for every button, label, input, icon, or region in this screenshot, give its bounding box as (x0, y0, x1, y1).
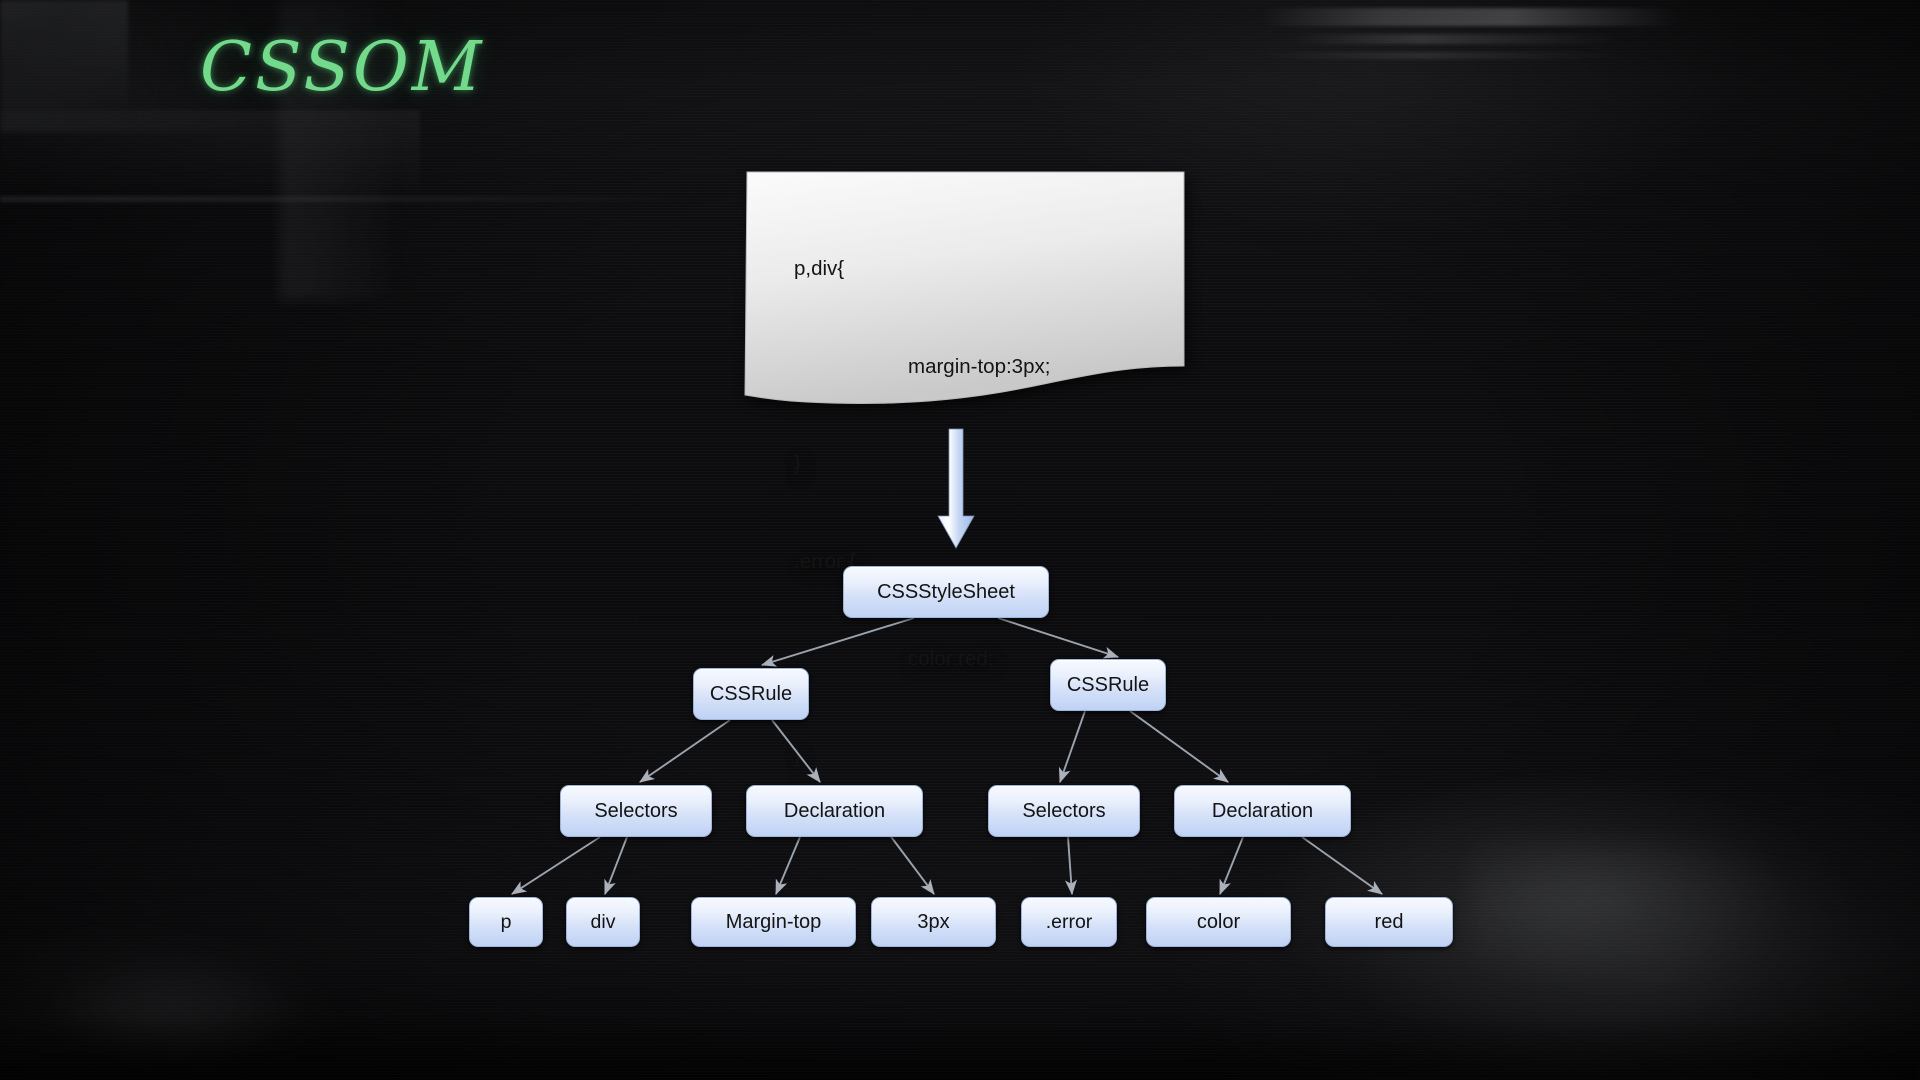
tree-node-leaf-p: p (469, 897, 543, 947)
tree-node-label: Selectors (594, 799, 678, 822)
tree-node-label: Declaration (783, 799, 886, 822)
tree-node-label: 3px (917, 910, 950, 933)
tree-node-label: red (1374, 910, 1404, 933)
tree-node-selectors-right: Selectors (988, 785, 1140, 837)
tree-node-label: Selectors (1022, 799, 1106, 822)
tree-node-cssrule-right: CSSRule (1050, 659, 1166, 711)
tree-node-label: CSSRule (1066, 673, 1150, 696)
code-line-0: p,div{ (794, 257, 845, 280)
tree-node-leaf-error: .error (1021, 897, 1117, 947)
tree-node-cssrule-left: CSSRule (693, 668, 809, 720)
tree-node-label: Margin-top (725, 910, 822, 933)
tree-node-leaf-red: red (1325, 897, 1453, 947)
tree-node-cssstylesheet: CSSStyleSheet (843, 566, 1049, 618)
tree-node-label: CSSRule (709, 682, 793, 705)
tree-node-label: p (500, 910, 512, 933)
css-source-paper: p,div{ margin-top:3px; } .error { color:… (744, 170, 1186, 768)
tree-node-label: div (590, 910, 616, 933)
tree-node-label: CSSStyleSheet (877, 580, 1015, 603)
page-title: CSSOM (200, 28, 485, 107)
tree-node-leaf-3px: 3px (871, 897, 996, 947)
tree-node-selectors-left: Selectors (560, 785, 712, 837)
tree-node-declaration-left: Declaration (746, 785, 923, 837)
arrow-down-icon (937, 428, 975, 549)
tree-node-leaf-margintop: Margin-top (691, 897, 856, 947)
tree-node-label: color (1196, 910, 1241, 933)
code-line-1: margin-top:3px; (908, 354, 1051, 378)
tree-node-label: .error (1045, 910, 1093, 933)
tree-node-declaration-right: Declaration (1174, 785, 1351, 837)
slide-canvas: CSSOM p,div{ margin-top:3px; } .error { … (0, 0, 1920, 1080)
tree-node-label: Declaration (1211, 799, 1314, 822)
tree-node-leaf-color: color (1146, 897, 1291, 947)
code-line-5: } (794, 744, 801, 768)
tree-node-leaf-div: div (566, 897, 640, 947)
